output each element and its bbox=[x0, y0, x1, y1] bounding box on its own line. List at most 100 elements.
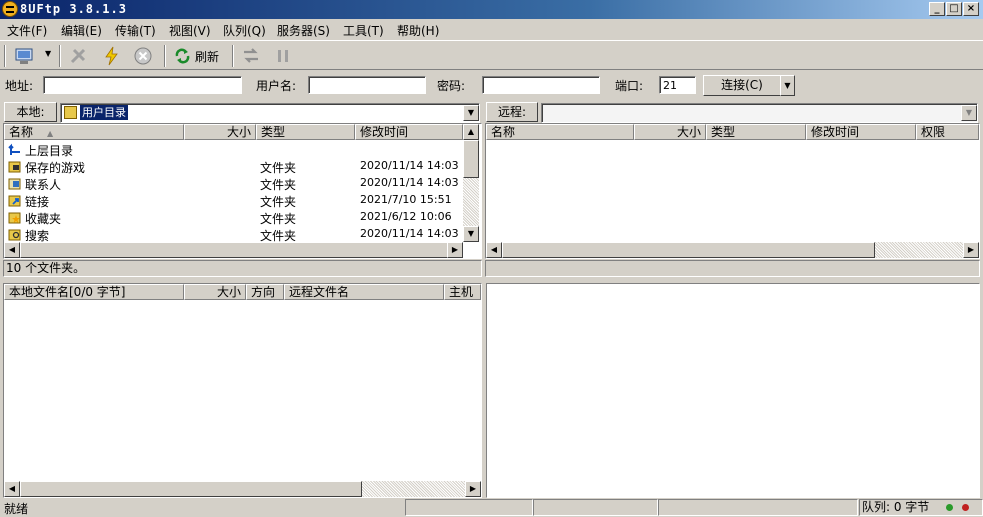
chevron-down-icon[interactable]: ▼ bbox=[961, 105, 977, 121]
refresh-label: 刷新 bbox=[195, 50, 220, 64]
maximize-button[interactable]: □ bbox=[946, 2, 962, 16]
col-size[interactable]: 大小 bbox=[184, 124, 256, 140]
chevron-down-icon[interactable]: ▼ bbox=[463, 105, 479, 121]
connect-button[interactable]: 连接(C) bbox=[703, 75, 781, 96]
list-item[interactable]: 联系人 文件夹 2020/11/14 14:03 bbox=[8, 175, 463, 192]
col-name[interactable]: 名称 bbox=[486, 124, 634, 140]
scroll-down-icon[interactable]: ▼ bbox=[463, 226, 479, 242]
status-pane bbox=[533, 499, 658, 516]
local-label: 本地: bbox=[4, 102, 57, 122]
log-panel bbox=[486, 283, 980, 498]
menu-tools[interactable]: 工具(T) bbox=[343, 22, 384, 39]
favorites-folder-icon bbox=[8, 212, 21, 224]
connect-dropdown[interactable]: ▼ bbox=[780, 75, 795, 96]
list-item[interactable]: 搜索 文件夹 2020/11/14 14:03 bbox=[8, 226, 463, 243]
local-panel: 本地: 用户目录 ▼ 名称 ▲ 大小 类型 修改时间 上层目录 保存的游戏 文件夹… bbox=[3, 101, 482, 279]
col-name[interactable]: 名称 ▲ bbox=[4, 124, 184, 140]
scroll-up-icon[interactable]: ▲ bbox=[463, 124, 479, 140]
quick-connect-icon[interactable] bbox=[102, 46, 122, 66]
local-vscrollbar[interactable]: ▲ ▼ bbox=[463, 124, 479, 242]
toolbar-separator bbox=[232, 45, 234, 67]
username-label: 用户名: bbox=[256, 79, 297, 93]
menu-file[interactable]: 文件(F) bbox=[7, 22, 47, 39]
menu-transfer[interactable]: 传输(T) bbox=[115, 22, 156, 39]
queue-size-text: 队列: 0 字节 bbox=[862, 500, 930, 514]
col-size[interactable]: 大小 bbox=[184, 284, 246, 300]
transfer-queue-icon[interactable] bbox=[241, 46, 261, 66]
status-pane bbox=[405, 499, 533, 516]
app-icon bbox=[2, 1, 18, 17]
menu-queue[interactable]: 队列(Q) bbox=[223, 22, 266, 39]
scroll-left-icon[interactable]: ◀ bbox=[486, 242, 502, 258]
window-title: 8UFtp 3.8.1.3 bbox=[20, 2, 127, 16]
address-input[interactable] bbox=[43, 76, 242, 94]
col-modified[interactable]: 修改时间 bbox=[355, 124, 463, 140]
remote-path-combo[interactable]: ▼ bbox=[541, 103, 978, 123]
folder-icon bbox=[64, 106, 77, 119]
remote-panel: 远程: ▼ 名称 大小 类型 修改时间 权限 ◀ ▶ bbox=[485, 101, 980, 279]
toolbar: ▼ 刷新 bbox=[0, 40, 983, 70]
toolbar-separator bbox=[164, 45, 166, 67]
col-remote-filename[interactable]: 远程文件名 bbox=[284, 284, 444, 300]
scroll-right-icon[interactable]: ▶ bbox=[447, 242, 463, 258]
col-direction[interactable]: 方向 bbox=[246, 284, 284, 300]
col-permissions[interactable]: 权限 bbox=[916, 124, 979, 140]
col-type[interactable]: 类型 bbox=[706, 124, 806, 140]
close-button[interactable]: × bbox=[963, 2, 979, 16]
menu-view[interactable]: 视图(V) bbox=[169, 22, 211, 39]
toolbar-grip bbox=[4, 45, 6, 67]
site-manager-dropdown[interactable]: ▼ bbox=[45, 49, 51, 58]
contacts-folder-icon bbox=[8, 178, 21, 190]
pause-icon[interactable] bbox=[273, 46, 293, 66]
col-local-filename[interactable]: 本地文件名[0/0 字节] bbox=[4, 284, 184, 300]
status-bar: 就绪 队列: 0 字节 bbox=[0, 499, 983, 516]
queue-status-pane: 队列: 0 字节 bbox=[859, 499, 983, 516]
refresh-icon bbox=[175, 48, 190, 64]
queue-hscroll-thumb[interactable] bbox=[20, 481, 362, 497]
send-led-icon bbox=[946, 504, 953, 511]
queue-list: 本地文件名[0/0 字节] 大小 方向 远程文件名 主机 ◀ ▶ bbox=[3, 283, 482, 498]
minimize-button[interactable]: _ bbox=[929, 2, 945, 16]
toolbar-separator bbox=[59, 45, 61, 67]
site-manager-icon[interactable] bbox=[14, 46, 34, 66]
scroll-right-icon[interactable]: ▶ bbox=[963, 242, 979, 258]
saved-games-folder-icon bbox=[8, 161, 21, 173]
list-item[interactable]: 链接 文件夹 2021/7/10 15:51 bbox=[8, 192, 463, 209]
searches-folder-icon bbox=[8, 229, 21, 241]
col-modified[interactable]: 修改时间 bbox=[806, 124, 916, 140]
list-item[interactable]: 保存的游戏 文件夹 2020/11/14 14:03 bbox=[8, 158, 463, 175]
receive-led-icon bbox=[962, 504, 969, 511]
links-folder-icon bbox=[8, 195, 21, 207]
local-path-combo[interactable]: 用户目录 ▼ bbox=[60, 103, 480, 123]
sort-asc-icon: ▲ bbox=[47, 129, 54, 138]
disconnect-icon[interactable] bbox=[68, 46, 88, 66]
local-hscrollbar[interactable]: ◀ ▶ bbox=[4, 242, 463, 258]
port-input[interactable] bbox=[659, 76, 696, 94]
connect-label: 连接(C) bbox=[721, 78, 763, 92]
username-input[interactable] bbox=[308, 76, 426, 94]
scroll-right-icon[interactable]: ▶ bbox=[465, 481, 481, 497]
scroll-left-icon[interactable]: ◀ bbox=[4, 481, 20, 497]
menu-edit[interactable]: 编辑(E) bbox=[61, 22, 102, 39]
menu-bar: 文件(F) 编辑(E) 传输(T) 视图(V) 队列(Q) 服务器(S) 工具(… bbox=[0, 19, 983, 39]
port-label: 端口: bbox=[615, 79, 644, 93]
list-item[interactable]: 收藏夹 文件夹 2021/6/12 10:06 bbox=[8, 209, 463, 226]
title-bar: 8UFtp 3.8.1.3 _ □ × bbox=[0, 0, 983, 19]
menu-help[interactable]: 帮助(H) bbox=[397, 22, 439, 39]
refresh-button[interactable]: 刷新 bbox=[172, 46, 224, 66]
col-host[interactable]: 主机 bbox=[444, 284, 481, 300]
local-vscroll-thumb[interactable] bbox=[463, 140, 479, 178]
queue-hscrollbar[interactable]: ◀ ▶ bbox=[4, 481, 481, 497]
password-input[interactable] bbox=[482, 76, 600, 94]
stop-icon[interactable] bbox=[133, 46, 153, 66]
col-size[interactable]: 大小 bbox=[634, 124, 706, 140]
menu-server[interactable]: 服务器(S) bbox=[277, 22, 330, 39]
remote-hscrollbar[interactable]: ◀ ▶ bbox=[486, 242, 979, 258]
col-type[interactable]: 类型 bbox=[256, 124, 355, 140]
list-item[interactable]: 上层目录 bbox=[8, 141, 463, 158]
local-hscroll-thumb[interactable] bbox=[20, 242, 448, 258]
scroll-left-icon[interactable]: ◀ bbox=[4, 242, 20, 258]
local-path-text: 用户目录 bbox=[80, 105, 128, 120]
remote-hscroll-thumb[interactable] bbox=[502, 242, 875, 258]
password-label: 密码: bbox=[437, 79, 466, 93]
